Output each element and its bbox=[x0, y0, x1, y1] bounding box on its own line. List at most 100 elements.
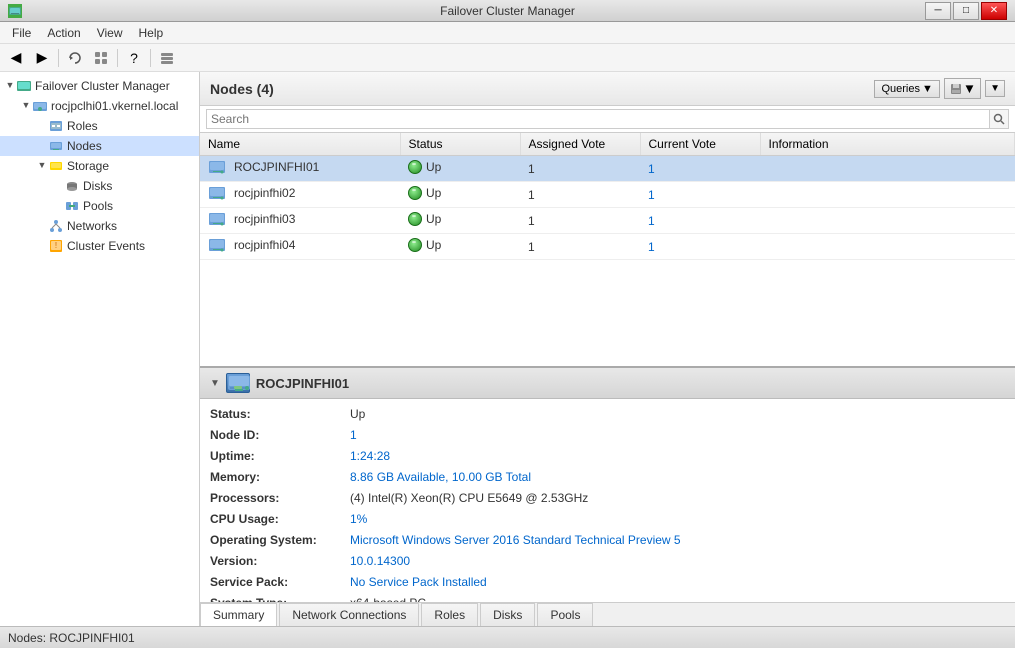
networks-icon bbox=[48, 218, 64, 234]
cell-current-vote: 1 bbox=[640, 182, 760, 208]
toggle-storage[interactable]: ▼ bbox=[36, 160, 48, 172]
detail-label-status: Status: bbox=[210, 405, 350, 423]
status-indicator: Up bbox=[408, 160, 441, 174]
details-header: ▼ ROCJPINFHI01 bbox=[200, 368, 1015, 399]
sidebar-item-networks[interactable]: Networks bbox=[0, 216, 199, 236]
status-text: Nodes: ROCJPINFHI01 bbox=[8, 631, 135, 645]
status-indicator: Up bbox=[408, 186, 441, 200]
expand-button[interactable]: ▼ bbox=[985, 80, 1005, 97]
sidebar-item-disks[interactable]: Disks bbox=[0, 176, 199, 196]
cell-assigned-vote: 1 bbox=[520, 234, 640, 260]
sidebar-item-clusterevents[interactable]: ! Cluster Events bbox=[0, 236, 199, 256]
detail-row-status: Status: Up bbox=[210, 405, 1005, 423]
sidebar-item-roles[interactable]: Roles bbox=[0, 116, 199, 136]
details-server-icon bbox=[226, 373, 250, 393]
sidebar-item-cluster[interactable]: ▼ rocjpclhi01.vkernel.local bbox=[0, 96, 199, 116]
no-toggle bbox=[36, 240, 48, 252]
close-button[interactable]: ✕ bbox=[981, 2, 1007, 20]
cell-info bbox=[760, 156, 1015, 182]
view2-button[interactable] bbox=[155, 47, 179, 69]
tab-summary[interactable]: Summary bbox=[200, 603, 277, 626]
no-toggle bbox=[52, 180, 64, 192]
table-row[interactable]: ROCJPINFHI01 Up 1 1 bbox=[200, 156, 1015, 182]
sidebar-item-storage[interactable]: ▼ Storage bbox=[0, 156, 199, 176]
search-button[interactable] bbox=[989, 109, 1009, 129]
detail-value-uptime: 1:24:28 bbox=[350, 447, 390, 465]
window-controls[interactable]: ─ □ ✕ bbox=[925, 2, 1007, 20]
queries-label: Queries bbox=[881, 83, 920, 95]
cell-name: rocjpinfhi03 bbox=[200, 208, 400, 234]
col-assigned-vote: Assigned Vote bbox=[520, 133, 640, 156]
sidebar-label-networks: Networks bbox=[67, 219, 117, 233]
status-circle bbox=[408, 186, 422, 200]
queries-button[interactable]: Queries ▼ bbox=[874, 80, 939, 98]
cell-current-vote: 1 bbox=[640, 234, 760, 260]
detail-row-uptime: Uptime: 1:24:28 bbox=[210, 447, 1005, 465]
restore-button[interactable]: □ bbox=[953, 2, 979, 20]
detail-value-version: 10.0.14300 bbox=[350, 552, 410, 570]
toolbar-separator-1 bbox=[58, 49, 59, 67]
nodes-panel-header: Nodes (4) Queries ▼ ▼ ▼ bbox=[200, 72, 1015, 106]
details-title: ROCJPINFHI01 bbox=[256, 376, 349, 391]
tab-roles[interactable]: Roles bbox=[421, 603, 478, 626]
table-row[interactable]: rocjpinfhi03 Up 1 1 bbox=[200, 208, 1015, 234]
minimize-button[interactable]: ─ bbox=[925, 2, 951, 20]
menu-action[interactable]: Action bbox=[39, 24, 88, 42]
view-button[interactable] bbox=[89, 47, 113, 69]
detail-value-processors: (4) Intel(R) Xeon(R) CPU E5649 @ 2.53GHz bbox=[350, 489, 588, 507]
sidebar-label-nodes: Nodes bbox=[67, 139, 102, 153]
col-name: Name bbox=[200, 133, 400, 156]
cell-assigned-vote: 1 bbox=[520, 156, 640, 182]
sidebar-label-disks: Disks bbox=[83, 179, 112, 193]
toggle-cluster[interactable]: ▼ bbox=[20, 100, 32, 112]
menu-file[interactable]: File bbox=[4, 24, 39, 42]
app-icon bbox=[8, 4, 22, 18]
sidebar-label-pools: Pools bbox=[83, 199, 113, 213]
server-icon bbox=[208, 237, 226, 253]
bottom-tabs: Summary Network Connections Roles Disks … bbox=[200, 602, 1015, 626]
table-row[interactable]: rocjpinfhi02 Up 1 1 bbox=[200, 182, 1015, 208]
sidebar-item-fcm[interactable]: ▼ Failover Cluster Manager bbox=[0, 76, 199, 96]
detail-label-memory: Memory: bbox=[210, 468, 350, 486]
tab-pools[interactable]: Pools bbox=[537, 603, 593, 626]
search-input[interactable] bbox=[206, 109, 990, 129]
cluster-icon bbox=[32, 98, 48, 114]
refresh-button[interactable] bbox=[63, 47, 87, 69]
cell-name: rocjpinfhi04 bbox=[200, 234, 400, 260]
cell-info bbox=[760, 234, 1015, 260]
table-row[interactable]: rocjpinfhi04 Up 1 1 bbox=[200, 234, 1015, 260]
tab-network-connections[interactable]: Network Connections bbox=[279, 603, 419, 626]
detail-value-nodeid: 1 bbox=[350, 426, 357, 444]
toggle-fcm[interactable]: ▼ bbox=[4, 80, 16, 92]
cell-status: Up bbox=[400, 208, 520, 234]
save-dropdown-icon: ▼ bbox=[963, 81, 976, 96]
detail-label-nodeid: Node ID: bbox=[210, 426, 350, 444]
detail-value-systype: x64-based PC bbox=[350, 594, 426, 602]
title-bar-left bbox=[8, 4, 22, 18]
no-toggle bbox=[36, 220, 48, 232]
sidebar-label-roles: Roles bbox=[67, 119, 98, 133]
sidebar-item-pools[interactable]: Pools bbox=[0, 196, 199, 216]
details-toggle-button[interactable]: ▼ bbox=[210, 378, 220, 389]
help-button[interactable]: ? bbox=[122, 47, 146, 69]
forward-button[interactable]: ▶ bbox=[30, 47, 54, 69]
menu-view[interactable]: View bbox=[89, 24, 131, 42]
detail-label-uptime: Uptime: bbox=[210, 447, 350, 465]
cell-assigned-vote: 1 bbox=[520, 208, 640, 234]
search-bar bbox=[200, 106, 1015, 133]
detail-value-memory: 8.86 GB Available, 10.00 GB Total bbox=[350, 468, 531, 486]
cell-info bbox=[760, 182, 1015, 208]
save-button[interactable]: ▼ bbox=[944, 78, 981, 99]
detail-row-memory: Memory: 8.86 GB Available, 10.00 GB Tota… bbox=[210, 468, 1005, 486]
content-area: Nodes (4) Queries ▼ ▼ ▼ bbox=[200, 72, 1015, 626]
sidebar-label-cluster: rocjpclhi01.vkernel.local bbox=[51, 99, 178, 113]
tab-disks[interactable]: Disks bbox=[480, 603, 535, 626]
menu-help[interactable]: Help bbox=[131, 24, 172, 42]
sidebar-item-nodes[interactable]: Nodes bbox=[0, 136, 199, 156]
detail-row-version: Version: 10.0.14300 bbox=[210, 552, 1005, 570]
no-toggle bbox=[36, 140, 48, 152]
detail-row-sp: Service Pack: No Service Pack Installed bbox=[210, 573, 1005, 591]
back-button[interactable]: ◀ bbox=[4, 47, 28, 69]
title-bar: Failover Cluster Manager ─ □ ✕ bbox=[0, 0, 1015, 22]
node-icon-container: ROCJPINFHI01 bbox=[208, 159, 319, 175]
